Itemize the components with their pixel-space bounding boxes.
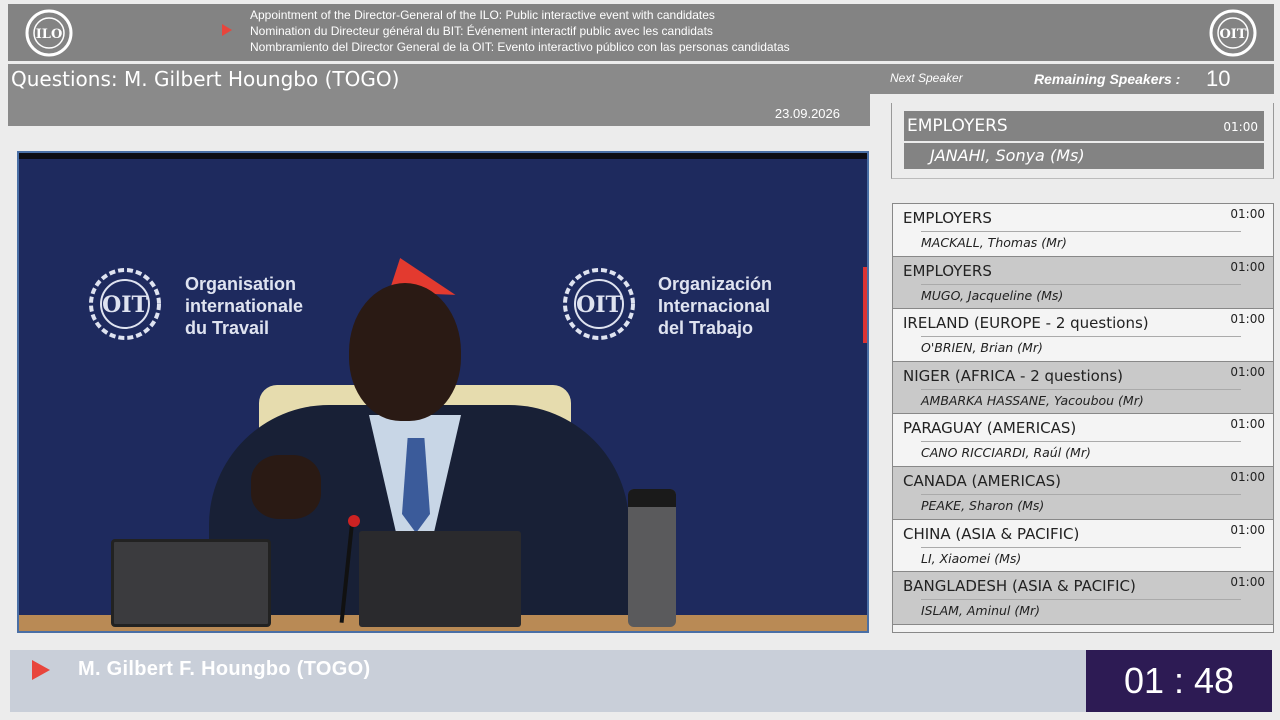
ilo-emblem-icon: ILO	[25, 9, 73, 57]
list-item: EMPLOYERS 01:00 MUGO, Jacqueline (Ms)	[893, 256, 1273, 310]
oit-emblem-icon: OIT	[1209, 9, 1257, 57]
oit-backdrop-emblem-icon: OIT	[89, 268, 161, 340]
speaker-group: EMPLOYERS	[903, 209, 992, 227]
speaker-name: MACKALL, Thomas (Mr)	[921, 235, 1067, 250]
banner-line-es: Nombramiento del Director General de la …	[250, 40, 790, 54]
speaker-time: 01:00	[1230, 469, 1265, 484]
next-speaker-group: EMPLOYERS	[907, 116, 1008, 136]
svg-text:OIT: OIT	[576, 292, 622, 318]
speaker-time: 01:00	[1230, 364, 1265, 379]
org-name-es: Organización Internacional del Trabajo	[658, 273, 772, 339]
speaker-name: PEAKE, Sharon (Ms)	[921, 497, 1045, 513]
speaker-time: 01:00	[1230, 575, 1265, 590]
thermos	[628, 489, 676, 627]
microphone-light	[348, 515, 360, 527]
speaking-timer: 01 : 48	[1086, 650, 1272, 712]
banner-line-en: Appointment of the Director-General of t…	[250, 8, 715, 22]
speaker-time: 01:00	[1230, 207, 1265, 221]
speaker-group: IRELAND (EUROPE - 2 questions)	[903, 314, 1149, 333]
video-top-strip	[19, 153, 867, 159]
next-speaker-group-bar: EMPLOYERS 01:00	[904, 111, 1264, 141]
banner-line-fr: Nomination du Directeur général du BIT: …	[250, 24, 713, 38]
speaker-time: 01:00	[1230, 259, 1265, 274]
org-es-line: Internacional	[658, 296, 771, 316]
divider	[921, 493, 1241, 495]
speaker-hand	[251, 455, 321, 519]
org-fr-line: Organisation	[185, 274, 297, 294]
speaker-name: O'BRIEN, Brian (Mr)	[921, 340, 1043, 356]
org-es-line: Organización	[658, 274, 773, 294]
oit-backdrop-emblem-icon: OIT	[563, 268, 635, 340]
current-speaker-bar: M. Gilbert F. Houngbo (TOGO)	[10, 650, 1086, 712]
laptop	[359, 531, 521, 627]
list-item: CANADA (AMERICAS) 01:00 PEAKE, Sharon (M…	[893, 466, 1273, 520]
svg-text:OIT: OIT	[1219, 27, 1246, 42]
list-item: EMPLOYERS 01:00 MACKALL, Thomas (Mr)	[893, 204, 1273, 257]
speaker-time: 01:00	[1230, 417, 1265, 432]
next-speaker-time: 01:00	[1223, 120, 1258, 134]
list-item: CHINA (ASIA & PACIFIC) 01:00 LI, Xiaomei…	[893, 519, 1273, 573]
next-speaker-name: JANAHI, Sonya (Ms)	[904, 143, 1264, 169]
speakers-header: Next Speaker Remaining Speakers : 10	[870, 64, 1274, 94]
next-speaker-label: Next Speaker	[890, 71, 963, 85]
divider	[921, 546, 1241, 548]
video-feed: OIT Organisation internationale du Trava…	[17, 151, 869, 633]
page-title: Questions: M. Gilbert Houngbo (TOGO)	[11, 67, 400, 91]
divider	[921, 441, 1241, 443]
speaker-name: MUGO, Jacqueline (Ms)	[921, 287, 1064, 303]
divider	[921, 599, 1241, 601]
speaker-group: PARAGUAY (AMERICAS)	[903, 419, 1077, 438]
speaker-name: ISLAM, Aminul (Mr)	[921, 603, 1041, 619]
tablet	[111, 539, 271, 627]
list-item: IRELAND (EUROPE - 2 questions) 01:00 O'B…	[893, 309, 1273, 362]
divider	[921, 283, 1241, 285]
speaker-group: NIGER (AFRICA - 2 questions)	[903, 366, 1123, 385]
banner-arrow-icon	[222, 24, 232, 36]
org-fr-line: du Travail	[185, 318, 270, 338]
speaker-time: 01:00	[1230, 522, 1265, 537]
speaker-group: CANADA (AMERICAS)	[903, 471, 1062, 490]
list-item: NIGER (AFRICA - 2 questions) 01:00 AMBAR…	[893, 361, 1273, 415]
divider	[921, 231, 1241, 232]
remaining-speakers-count: 10	[1206, 66, 1231, 91]
date-label: 23.09.2026	[774, 106, 840, 121]
remaining-speakers-label: Remaining Speakers :	[1034, 71, 1181, 87]
current-speaker-name: M. Gilbert F. Houngbo (TOGO)	[78, 658, 371, 680]
speaker-group: EMPLOYERS	[903, 261, 992, 280]
play-icon	[32, 660, 50, 680]
org-name-fr: Organisation internationale du Travail	[185, 273, 303, 339]
speaker-name: LI, Xiaomei (Ms)	[921, 550, 1022, 566]
backdrop-red-bar	[863, 267, 867, 343]
speaker-queue: EMPLOYERS 01:00 MACKALL, Thomas (Mr) EMP…	[892, 203, 1274, 633]
org-fr-line: internationale	[185, 296, 304, 316]
next-speaker-panel: EMPLOYERS 01:00 JANAHI, Sonya (Ms)	[891, 103, 1274, 179]
speaker-time: 01:00	[1230, 312, 1265, 327]
divider	[921, 388, 1241, 390]
list-item: BANGLADESH (ASIA & PACIFIC) 01:00 ISLAM,…	[893, 572, 1273, 625]
list-item: PARAGUAY (AMERICAS) 01:00 CANO RICCIARDI…	[893, 414, 1273, 467]
org-es-line: del Trabajo	[658, 318, 754, 338]
speaker-head	[349, 283, 461, 421]
speaker-name: AMBARKA HASSANE, Yacoubou (Mr)	[921, 392, 1144, 408]
svg-text:OIT: OIT	[102, 292, 148, 318]
svg-text:ILO: ILO	[36, 27, 63, 42]
speaker-group: BANGLADESH (ASIA & PACIFIC)	[903, 577, 1136, 596]
speaker-group: CHINA (ASIA & PACIFIC)	[903, 524, 1080, 543]
divider	[921, 336, 1241, 338]
top-banner: ILO Appointment of the Director-General …	[8, 4, 1274, 61]
banner-text: Appointment of the Director-General of t…	[250, 7, 790, 55]
title-bar: Questions: M. Gilbert Houngbo (TOGO) 23.…	[8, 64, 870, 126]
speaker-name: CANO RICCIARDI, Raúl (Mr)	[921, 445, 1091, 461]
